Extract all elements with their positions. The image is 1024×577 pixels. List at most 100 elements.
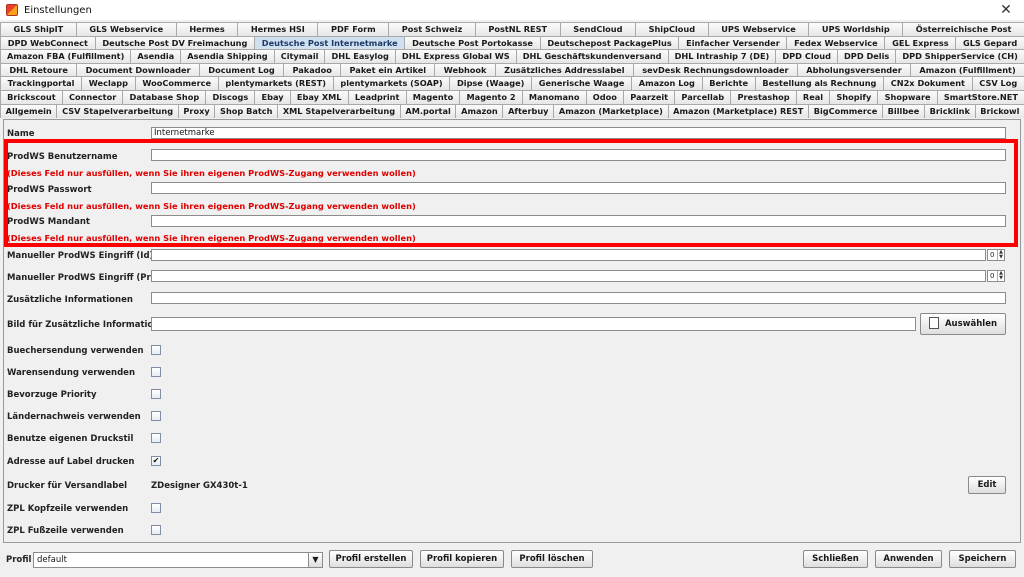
tab[interactable]: Asendia Shipping (180, 49, 275, 64)
tab[interactable]: Amazon FBA (Fulfillment) (0, 49, 132, 64)
zpl-fuss-checkbox[interactable] (151, 525, 161, 535)
tab[interactable]: BigCommerce (808, 103, 883, 118)
tab[interactable]: Asendia (130, 49, 182, 64)
manual-price-field[interactable] (151, 270, 986, 282)
tab[interactable]: DHL Retoure (0, 62, 78, 77)
tab[interactable]: Citymail (273, 49, 326, 64)
tab[interactable]: Paarzeit (623, 90, 676, 104)
tab[interactable]: CN2x Dokument (883, 76, 973, 91)
tab[interactable]: Brickowl (974, 103, 1024, 118)
tab[interactable]: Fedex Webservice (786, 35, 886, 50)
tab[interactable]: Document Log (198, 62, 285, 77)
tab[interactable]: DHL Geschäftskundenversand (515, 49, 669, 64)
additional-info-field[interactable] (151, 292, 1006, 304)
close-button[interactable]: Schließen (803, 550, 868, 568)
tab[interactable]: Einfacher Versender (678, 35, 788, 50)
tab[interactable]: Amazon (Marketplace) (553, 103, 669, 118)
tab[interactable]: DPD ShipperService (CH) (895, 49, 1024, 64)
tab[interactable]: Amazon (Marketplace) REST (667, 103, 810, 118)
tab[interactable]: Magento (405, 90, 461, 104)
tab[interactable]: Hermes HSI (237, 22, 319, 36)
tab[interactable]: Deutsche Post DV Freimachung (94, 35, 256, 50)
tab[interactable]: SmartStore.NET (936, 90, 1024, 104)
tab[interactable]: Prestashop (730, 90, 797, 104)
tab[interactable]: Ebay (254, 90, 291, 104)
spinner-arrows-icon[interactable]: ▲ ▼ (997, 271, 1004, 281)
prodws-password-field[interactable] (151, 182, 1006, 194)
tab[interactable]: GLS Webservice (75, 22, 177, 36)
tab[interactable]: Shopware (877, 90, 938, 104)
tab[interactable]: Deutsche Post Portokasse (404, 35, 541, 50)
zpl-kopf-checkbox[interactable] (151, 503, 161, 513)
tab[interactable]: Abholungsversender (796, 62, 912, 77)
waren-checkbox[interactable] (151, 367, 161, 377)
prodws-mandant-field[interactable] (151, 215, 1006, 227)
spinner-arrows-icon[interactable]: ▲ ▼ (997, 250, 1004, 260)
close-icon[interactable]: ✕ (998, 2, 1014, 18)
manual-id-spinner[interactable]: 0 ▲ ▼ (987, 249, 1005, 261)
tab[interactable]: XML Stapelverarbeitung (277, 103, 401, 118)
tab[interactable]: Pakadoo (283, 62, 342, 77)
tab[interactable]: CSV Log (971, 76, 1024, 91)
tab[interactable]: Bricklink (923, 103, 976, 118)
delete-profile-button[interactable]: Profil löschen (511, 550, 593, 568)
tab[interactable]: Post Schweiz (388, 22, 476, 36)
tab[interactable]: Deutschepost PackagePlus (539, 35, 680, 50)
edit-button[interactable]: Edit (968, 476, 1006, 494)
save-button[interactable]: Speichern (949, 550, 1016, 568)
tab[interactable]: ShipCloud (635, 22, 709, 36)
tab[interactable]: UPS Webservice (707, 22, 810, 36)
image-path-field[interactable] (151, 317, 916, 331)
tab[interactable]: DPD Delis (836, 49, 897, 64)
tab[interactable]: Allgemein (0, 103, 58, 118)
tab[interactable]: Manomano (521, 90, 587, 104)
tab[interactable]: PostNL REST (474, 22, 561, 36)
priority-checkbox[interactable] (151, 389, 161, 399)
tab[interactable]: WooCommerce (134, 76, 219, 91)
copy-profile-button[interactable]: Profil kopieren (420, 550, 504, 568)
tab[interactable]: Billbee (881, 103, 925, 118)
tab[interactable]: CSV Stapelverarbeitung (56, 103, 179, 118)
tab[interactable]: Amazon (Fulfillment) (910, 62, 1024, 77)
tab[interactable]: Shopify (829, 90, 879, 104)
tab[interactable]: Connector (61, 90, 124, 104)
tab[interactable]: PDF Form (317, 22, 390, 36)
tab[interactable]: Leadprint (347, 90, 407, 104)
tab[interactable]: Paket ein Artikel (340, 62, 436, 77)
tab[interactable]: DPD WebConnect (0, 35, 96, 50)
laender-checkbox[interactable] (151, 411, 161, 421)
tab[interactable]: Bestellung als Rechnung (754, 76, 885, 91)
tab[interactable]: sevDesk Rechnungsdownloader (632, 62, 798, 77)
tab[interactable]: Proxy (177, 103, 216, 118)
tab[interactable]: UPS Worldship (808, 22, 904, 36)
tab[interactable]: Hermes (175, 22, 239, 36)
tab[interactable]: AM.portal (399, 103, 457, 118)
tab[interactable]: DPD Cloud (775, 49, 838, 64)
tab[interactable]: Deutsche Post Internetmarke (254, 35, 406, 50)
tab[interactable]: Zusätzliches Addresslabel (494, 62, 634, 77)
tab[interactable]: Trackingportal (0, 76, 83, 91)
tab[interactable]: Weclapp (81, 76, 136, 91)
tab[interactable]: Webhook (434, 62, 496, 77)
tab[interactable]: GEL Express (884, 35, 957, 50)
tab[interactable]: Magento 2 (459, 90, 523, 104)
tab[interactable]: Brickscout (0, 90, 63, 104)
name-field[interactable]: Internetmarke (151, 127, 1006, 139)
tab[interactable]: Database Shop (122, 90, 207, 104)
tab[interactable]: GLS Gepard (955, 35, 1024, 50)
tab[interactable]: Real (795, 90, 831, 104)
tab[interactable]: Discogs (205, 90, 256, 104)
manual-id-field[interactable] (151, 249, 986, 261)
apply-button[interactable]: Anwenden (875, 550, 942, 568)
tab[interactable]: Shop Batch (214, 103, 279, 118)
tab[interactable]: plentymarkets (SOAP) (332, 76, 451, 91)
tab[interactable]: Amazon (455, 103, 504, 118)
chevron-down-icon[interactable]: ▼ (308, 553, 322, 567)
tab[interactable]: Generische Waage (531, 76, 633, 91)
tab[interactable]: Ebay XML (289, 90, 349, 104)
buecher-checkbox[interactable] (151, 345, 161, 355)
druckstil-checkbox[interactable] (151, 433, 161, 443)
tab[interactable]: GLS ShipIT (0, 22, 77, 36)
tab[interactable]: DHL Express Global WS (394, 49, 517, 64)
tab[interactable]: Afterbuy (502, 103, 555, 118)
